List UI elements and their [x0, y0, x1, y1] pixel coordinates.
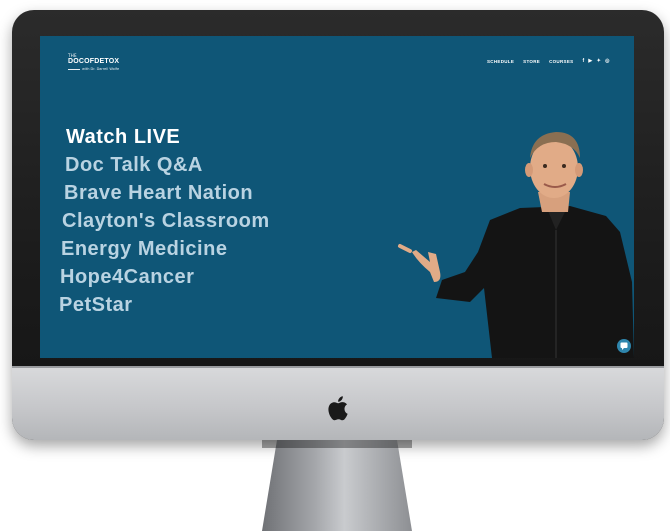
facebook-icon[interactable]: f: [582, 58, 584, 64]
social-links: f ▶ ✦ ◎: [582, 58, 609, 64]
nav-store[interactable]: STORE: [523, 59, 540, 64]
menu-item-hope4cancer[interactable]: Hope4Cancer: [60, 266, 194, 289]
menu-item-brave-heart[interactable]: Brave Heart Nation: [64, 182, 253, 205]
top-nav: SCHEDULE STORE COURSES f ▶ ✦ ◎: [487, 58, 610, 64]
nav-courses[interactable]: COURSES: [549, 59, 573, 64]
menu-item-claytons-classroom[interactable]: Clayton's Classroom: [62, 210, 270, 233]
apple-logo-icon: [328, 396, 348, 421]
site-logo[interactable]: THE DOCOFDETOX with Dr. Darrell Wolfe: [68, 53, 119, 71]
youtube-icon[interactable]: ▶: [588, 58, 592, 64]
logo-subtitle: with Dr. Darrell Wolfe: [68, 67, 119, 71]
logo-subtitle-text: with Dr. Darrell Wolfe: [82, 67, 120, 71]
menu-item-doc-talk[interactable]: Doc Talk Q&A: [65, 154, 203, 177]
monitor-stand: [262, 440, 412, 531]
menu-item-petstar[interactable]: PetStar: [59, 294, 133, 317]
twitter-icon[interactable]: ✦: [597, 58, 602, 64]
nav-schedule[interactable]: SCHEDULE: [487, 59, 514, 64]
logo-main: DOCOFDETOX: [68, 58, 120, 65]
chat-button[interactable]: [617, 339, 631, 353]
chat-icon: [620, 342, 628, 350]
menu-item-energy-medicine[interactable]: Energy Medicine: [61, 238, 227, 261]
stand-shadow: [262, 440, 412, 448]
menu-item-watch-live[interactable]: Watch LIVE: [66, 126, 180, 149]
instagram-icon[interactable]: ◎: [605, 58, 610, 64]
website-screen: THE DOCOFDETOX with Dr. Darrell Wolfe SC…: [40, 36, 634, 358]
host-photo: [398, 132, 634, 358]
